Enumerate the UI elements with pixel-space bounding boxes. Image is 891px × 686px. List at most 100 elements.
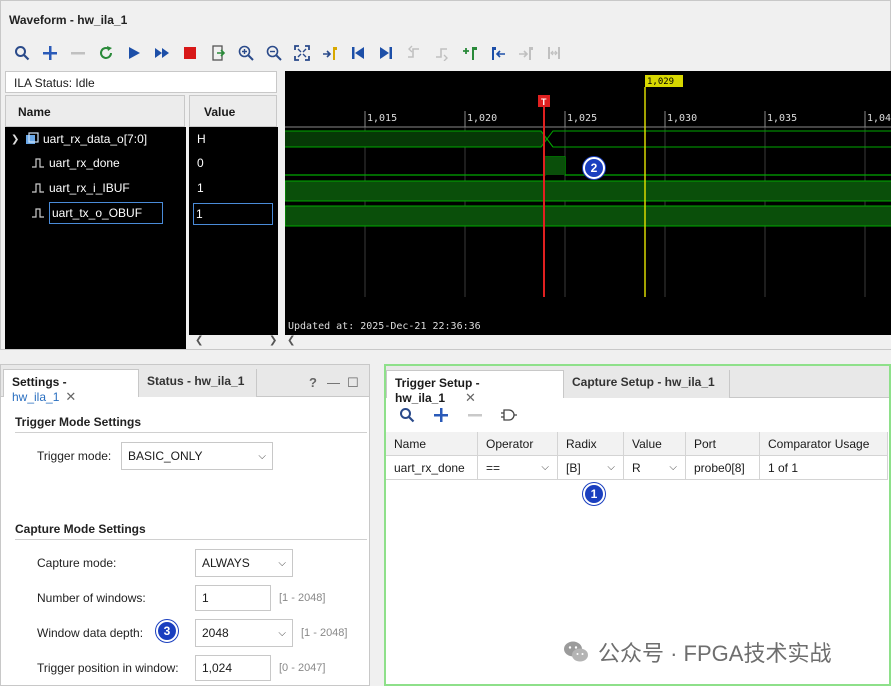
signal-row[interactable]: uart_rx_done (5, 151, 186, 175)
scroll-right-icon[interactable]: ❯ (269, 335, 277, 346)
add-icon[interactable] (428, 402, 454, 428)
capture-mode-section-title: Capture Mode Settings (15, 522, 146, 536)
go-to-end-icon[interactable] (373, 40, 399, 66)
previous-transition-icon[interactable] (401, 40, 427, 66)
chevron-down-icon: ⌵ (669, 462, 677, 473)
trigger-mode-select[interactable]: BASIC_ONLY ⌵ (121, 442, 273, 470)
section-divider (15, 432, 367, 433)
maximize-icon[interactable]: ☐ (347, 375, 359, 391)
scroll-left-icon[interactable]: ❮ (195, 335, 203, 346)
signal-value: 0 (197, 156, 204, 170)
operator-select[interactable]: == ⌵ (478, 456, 558, 480)
stop-icon[interactable] (177, 40, 203, 66)
window-depth-range: [1 - 2048] (301, 627, 348, 639)
waveform-title: Waveform - hw_ila_1 (9, 13, 128, 27)
column-header[interactable]: Value (624, 432, 686, 456)
num-windows-range: [1 - 2048] (279, 592, 326, 604)
num-windows-input[interactable]: 1 (195, 585, 271, 611)
go-to-start-icon[interactable] (345, 40, 371, 66)
column-header[interactable]: Comparator Usage (760, 432, 888, 456)
trigger-name-cell[interactable]: uart_rx_done (386, 456, 478, 480)
waveform-canvas[interactable]: 1,015 1,020 1,025 1,030 1,035 1,04 T 1,0… (285, 71, 891, 335)
column-header[interactable]: Name (386, 432, 478, 456)
operator-value: == (486, 460, 501, 475)
scroll-left-icon[interactable]: ❮ (287, 335, 295, 346)
tab-trigger-setup[interactable]: Trigger Setup - hw_ila_1 ✕ (386, 370, 564, 405)
previous-marker-icon[interactable] (485, 40, 511, 66)
chevron-right-icon[interactable]: ❯ (11, 134, 21, 145)
zoom-out-icon[interactable] (261, 40, 287, 66)
num-windows-label: Number of windows: (37, 591, 146, 605)
signal-value-list: H 0 1 1 (189, 127, 278, 335)
chevron-down-icon: ⌵ (541, 462, 549, 473)
tab-settings[interactable]: Settings - hw_ila_1 ✕ (3, 369, 139, 404)
swap-cursors-icon[interactable] (541, 40, 567, 66)
add-marker-icon[interactable] (457, 40, 483, 66)
capture-mode-select[interactable]: ALWAYS ⌵ (195, 549, 293, 577)
column-header[interactable]: Radix (558, 432, 624, 456)
tab-capture-setup[interactable]: Capture Setup - hw_ila_1 (564, 370, 730, 398)
signal-row-selected[interactable]: uart_tx_o_OBUF (5, 201, 186, 225)
wire-icon (31, 206, 45, 220)
tab-label: Settings - (12, 375, 67, 389)
time-tick: 1,020 (467, 113, 497, 124)
time-tick: 1,035 (767, 113, 797, 124)
trigger-toolbar (386, 400, 889, 430)
next-transition-icon[interactable] (429, 40, 455, 66)
signal-name: uart_rx_done (49, 156, 120, 170)
search-icon[interactable] (9, 40, 35, 66)
run-trigger-icon[interactable] (121, 40, 147, 66)
time-tick: 1,04 (867, 113, 891, 124)
signal-row[interactable]: ❯ uart_rx_data_o[7:0] (5, 127, 186, 151)
zoom-fit-icon[interactable] (289, 40, 315, 66)
refresh-icon[interactable] (93, 40, 119, 66)
callout-badge-3: 3 (156, 620, 178, 642)
logic-gate-icon[interactable] (496, 402, 522, 428)
chevron-down-icon: ⌵ (607, 462, 615, 473)
waveform-svg: 1,015 1,020 1,025 1,030 1,035 1,04 T 1,0… (285, 75, 891, 332)
close-icon[interactable]: ✕ (65, 389, 76, 404)
tab-status[interactable]: Status - hw_ila_1 (139, 369, 257, 397)
remove-icon[interactable] (462, 402, 488, 428)
chevron-down-icon: ⌵ (258, 450, 266, 462)
run-immediate-icon[interactable] (149, 40, 175, 66)
next-marker-icon[interactable] (513, 40, 539, 66)
search-icon[interactable] (394, 402, 420, 428)
value-scrollbar[interactable]: ❮ ❯ (189, 335, 278, 349)
wire-icon (31, 156, 45, 170)
name-column-header[interactable]: Name (5, 95, 185, 127)
trigger-position-input[interactable]: 1,024 (195, 655, 271, 681)
help-icon[interactable]: ? (309, 375, 317, 390)
waveform-window: Waveform - hw_ila_1 ILA Status: Idle Nam… (0, 0, 891, 350)
minimize-icon[interactable]: — (327, 375, 340, 390)
radix-select[interactable]: [B] ⌵ (558, 456, 624, 480)
trigger-value: R (632, 460, 641, 475)
window-depth-select[interactable]: 2048 ⌵ (195, 619, 293, 647)
value-column-header[interactable]: Value (189, 95, 277, 127)
settings-tabbar: Settings - hw_ila_1 ✕ Status - hw_ila_1 ?… (1, 365, 369, 404)
column-header[interactable]: Operator (478, 432, 558, 456)
settings-panel: Settings - hw_ila_1 ✕ Status - hw_ila_1 ?… (0, 364, 370, 686)
tab-link[interactable]: hw_ila_1 (12, 390, 59, 404)
signal-name-list: ❯ uart_rx_data_o[7:0] uart_rx_done uart_… (5, 127, 186, 349)
waveform-scrollbar[interactable]: ❮ (285, 335, 891, 349)
watermark: 公众号 · FPGA技术实战 (562, 636, 831, 668)
export-icon[interactable] (205, 40, 231, 66)
trigger-position-range: [0 - 2047] (279, 662, 326, 674)
signal-name: uart_rx_data_o[7:0] (43, 132, 148, 146)
signal-value-text: 1 (193, 203, 273, 225)
ila-status: ILA Status: Idle (5, 71, 277, 93)
signal-value-selected[interactable]: 1 (189, 202, 278, 226)
column-header[interactable]: Port (686, 432, 760, 456)
callout-badge-2: 2 (583, 157, 605, 179)
add-icon[interactable] (37, 40, 63, 66)
trigger-tabbar: Trigger Setup - hw_ila_1 ✕ Capture Setup … (386, 366, 889, 405)
trigger-mode-label: Trigger mode: (37, 449, 112, 463)
go-to-cursor-icon[interactable] (317, 40, 343, 66)
remove-icon[interactable] (65, 40, 91, 66)
value-select[interactable]: R ⌵ (624, 456, 686, 480)
signal-row[interactable]: uart_rx_i_IBUF (5, 176, 186, 200)
zoom-in-icon[interactable] (233, 40, 259, 66)
waveform-toolbar (1, 37, 891, 69)
rx-ibuf-waveform (285, 180, 891, 202)
